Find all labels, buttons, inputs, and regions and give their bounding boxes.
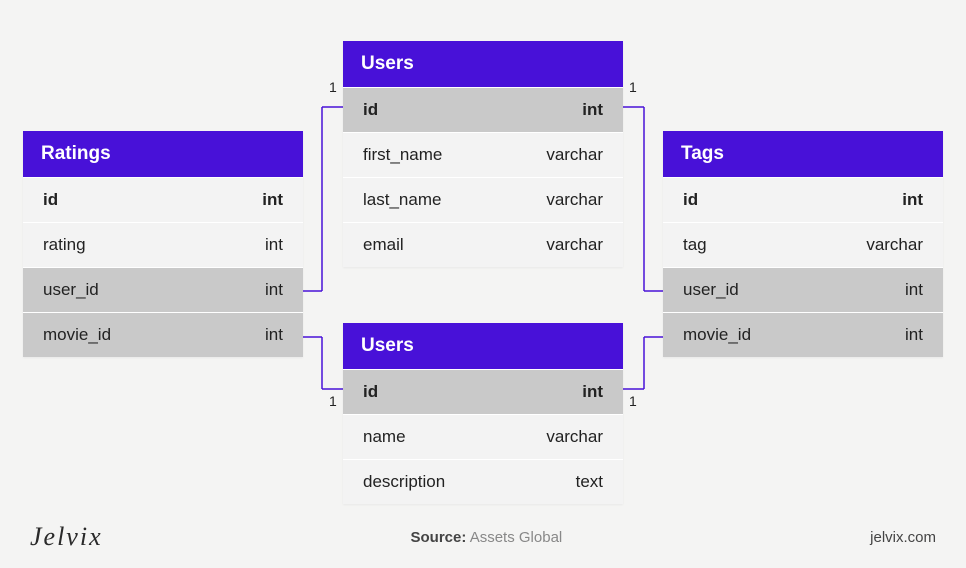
column-type: varchar <box>546 427 603 447</box>
source-value: Assets Global <box>470 529 563 546</box>
table-tags-rows: idinttagvarcharuser_idintmovie_idint <box>663 177 943 357</box>
table-ratings-rows: idintratingintuser_idintmovie_idint <box>23 177 303 357</box>
table-row: movie_id int <box>23 312 303 357</box>
column-type: varchar <box>546 235 603 255</box>
column-name: id <box>363 100 378 120</box>
source-label: Source: Assets Global <box>411 529 563 546</box>
column-type: varchar <box>866 235 923 255</box>
table-users-bottom: Users id int name varchar description text <box>343 323 623 504</box>
footer: Jelvix Source: Assets Global jelvix.com <box>0 522 966 552</box>
cardinality-users-bottom-left: 1 <box>329 393 337 409</box>
column-name: id <box>363 382 378 402</box>
column-type: text <box>576 472 603 492</box>
column-name: description <box>363 472 445 492</box>
column-type: int <box>905 325 923 345</box>
cardinality-users-bottom-right: 1 <box>629 393 637 409</box>
column-type: varchar <box>546 145 603 165</box>
table-ratings: Ratings idintratingintuser_idintmovie_id… <box>23 131 303 357</box>
table-users-bottom-rows: id int name varchar description text <box>343 369 623 504</box>
column-name: id <box>43 190 58 210</box>
table-row: name varchar <box>343 414 623 459</box>
table-row: email varchar <box>343 222 623 267</box>
column-type: int <box>582 382 603 402</box>
table-row: last_name varchar <box>343 177 623 222</box>
table-tags: Tags idinttagvarcharuser_idintmovie_idin… <box>663 131 943 357</box>
column-type: int <box>265 235 283 255</box>
column-type: int <box>582 100 603 120</box>
table-users-top: Users idintfirst_namevarcharlast_namevar… <box>343 41 623 267</box>
column-name: id <box>683 190 698 210</box>
table-row: description text <box>343 459 623 504</box>
column-name: last_name <box>363 190 441 210</box>
diagram-canvas: { "brand": "Jelvix", "site": "jelvix.com… <box>0 0 966 568</box>
column-name: user_id <box>683 280 739 300</box>
table-row: id int <box>23 177 303 222</box>
site-link: jelvix.com <box>870 529 936 546</box>
column-type: int <box>265 325 283 345</box>
cardinality-users-top-right: 1 <box>629 79 637 95</box>
table-row: id int <box>663 177 943 222</box>
table-row: id int <box>343 87 623 132</box>
table-row: user_id int <box>23 267 303 312</box>
column-type: int <box>265 280 283 300</box>
table-row: rating int <box>23 222 303 267</box>
column-name: movie_id <box>683 325 751 345</box>
table-row: user_id int <box>663 267 943 312</box>
table-row: id int <box>343 369 623 414</box>
column-type: int <box>905 280 923 300</box>
column-name: first_name <box>363 145 442 165</box>
column-name: tag <box>683 235 707 255</box>
table-ratings-header: Ratings <box>23 131 303 177</box>
brand-logo: Jelvix <box>30 522 103 552</box>
column-name: movie_id <box>43 325 111 345</box>
column-name: rating <box>43 235 86 255</box>
column-type: varchar <box>546 190 603 210</box>
table-row: first_name varchar <box>343 132 623 177</box>
column-type: int <box>262 190 283 210</box>
column-name: email <box>363 235 404 255</box>
cardinality-users-top-left: 1 <box>329 79 337 95</box>
table-row: movie_id int <box>663 312 943 357</box>
column-type: int <box>902 190 923 210</box>
column-name: name <box>363 427 406 447</box>
table-tags-header: Tags <box>663 131 943 177</box>
table-users-top-header: Users <box>343 41 623 87</box>
source-prefix: Source: <box>411 529 467 546</box>
column-name: user_id <box>43 280 99 300</box>
table-users-bottom-header: Users <box>343 323 623 369</box>
table-users-top-rows: idintfirst_namevarcharlast_namevarcharem… <box>343 87 623 267</box>
table-row: tag varchar <box>663 222 943 267</box>
